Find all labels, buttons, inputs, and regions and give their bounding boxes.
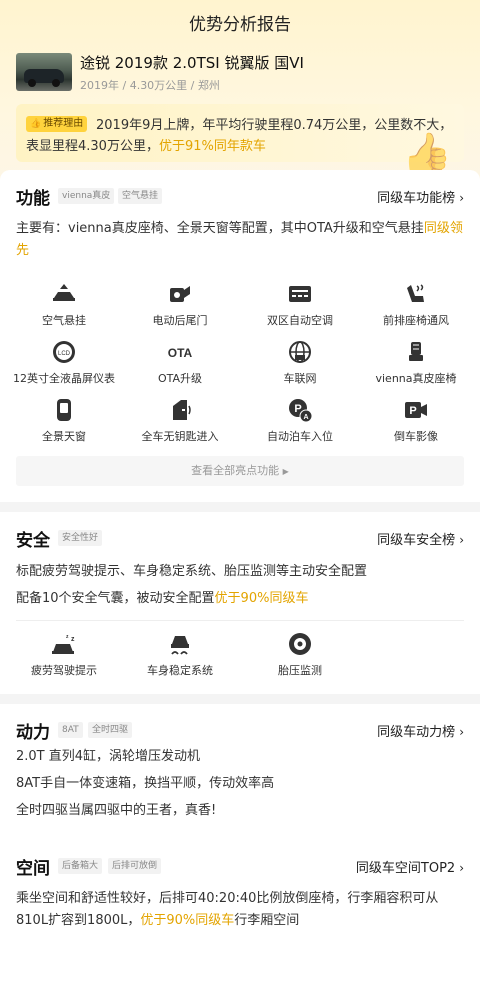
chevron-right-icon: › <box>459 533 464 547</box>
feature-fatigue-alert[interactable]: zz 疲劳驾驶提示 <box>4 632 124 686</box>
feature-leather-seat[interactable]: vienna真皮座椅 <box>356 340 476 394</box>
chip-folding-rear-seats: 后排可放倒 <box>108 858 162 874</box>
power-engine-text: 2.0T 直列4缸，涡轮增压发动机 <box>16 749 201 764</box>
power-rank-link[interactable]: 同级车动力榜 › <box>377 721 464 740</box>
svg-text:z: z <box>71 636 75 643</box>
chip-large-trunk: 后备箱大 <box>58 858 103 874</box>
panoramic-sunroof-icon <box>57 399 71 421</box>
chevron-right-icon: › <box>459 725 464 739</box>
car-thumbnail[interactable] <box>16 53 72 91</box>
safety-card: 安全 安全性好 同级车安全榜 › 标配疲劳驾驶提示、车身稳定系统、胎压监测等主动安… <box>0 512 480 694</box>
chip-good-safety: 安全性好 <box>58 530 103 546</box>
chip-air-suspension: 空气悬挂 <box>118 188 163 204</box>
features-rank-link[interactable]: 同级车功能榜 › <box>377 187 464 206</box>
thumbs-up-icon: 👍 <box>30 119 42 129</box>
space-description: 乘坐空间和舒适性较好，后排可40:20:40比例放倒座椅，行李厢容积可从810L… <box>16 891 439 928</box>
power-card: 动力 8AT 全时四驱 同级车动力榜 › 2.0T 直列4缸，涡轮增压发动机 8A… <box>0 704 480 840</box>
power-tailgate-icon <box>170 286 190 302</box>
svg-text:LCD: LCD <box>58 351 71 357</box>
divider <box>16 620 464 621</box>
recommend-reason-tag: 👍 推荐理由 <box>26 116 88 132</box>
svg-text:OTA: OTA <box>168 346 193 360</box>
auto-parking-icon: PA <box>289 399 313 422</box>
safety-passive-text: 配备10个安全气囊，被动安全配置优于90%同级车 <box>16 591 309 606</box>
space-card: 空间 后备箱大 后排可放倒 同级车空间TOP2 › 乘坐空间和舒适性较好，后排可4… <box>0 840 480 986</box>
safety-active-text: 标配疲劳驾驶提示、车身稳定系统、胎压监测等主动安全配置 <box>16 564 368 579</box>
ota-icon: OTA <box>168 346 193 360</box>
chip-awd: 全时四驱 <box>88 722 133 738</box>
triangle-right-icon: ▶ <box>282 467 289 476</box>
chip-vienna-leather: vienna真皮 <box>58 188 115 204</box>
reverse-camera-icon: P <box>405 402 427 418</box>
power-transmission-text: 8AT手自一体变速箱，换挡平顺，传动效率高 <box>16 776 275 791</box>
space-rank-link[interactable]: 同级车空间TOP2 › <box>356 857 464 876</box>
safety-rank-link[interactable]: 同级车安全榜 › <box>377 529 464 548</box>
feature-lcd-dashboard[interactable]: LCD 12英寸全液晶屏仪表 <box>4 340 124 394</box>
power-awd-text: 全时四驱当属四驱中的王者，真香! <box>16 803 217 818</box>
fatigue-alert-icon: zz <box>52 634 75 654</box>
feature-dual-zone-ac[interactable]: 双区自动空调 <box>240 282 360 336</box>
tire-pressure-icon <box>289 633 311 655</box>
section-title-space: 空间 <box>16 859 50 879</box>
recommend-reason-box: 👍 2019年9月上牌，年平均行驶里程0.74万公里，公里数不大，表显里程4.3… <box>16 104 464 177</box>
section-title-safety: 安全 <box>16 531 50 551</box>
svg-text:z: z <box>66 634 69 640</box>
feature-air-suspension[interactable]: 空气悬挂 <box>4 282 124 336</box>
feature-connected-car[interactable]: 车联网 <box>240 340 360 394</box>
connected-car-icon <box>289 341 311 363</box>
chevron-right-icon: › <box>459 191 464 205</box>
chip-8at: 8AT <box>58 722 83 738</box>
leather-seat-icon <box>409 342 423 361</box>
feature-power-tailgate[interactable]: 电动后尾门 <box>120 282 240 336</box>
seat-ventilation-icon <box>407 284 424 302</box>
view-all-features-button[interactable]: 查看全部亮点功能 ▶ <box>16 456 464 486</box>
features-description: 主要有：vienna真皮座椅、全景天窗等配置，其中OTA升级和空气悬挂同级领先 <box>16 221 463 258</box>
chevron-right-icon: › <box>459 861 464 875</box>
feature-stability-control[interactable]: 车身稳定系统 <box>120 632 240 686</box>
air-suspension-icon <box>53 284 75 301</box>
feature-auto-parking[interactable]: PA 自动泊车入位 <box>240 398 360 452</box>
climate-control-icon <box>289 286 311 302</box>
feature-tire-pressure[interactable]: 胎压监测 <box>240 632 360 686</box>
stability-control-icon <box>171 636 189 655</box>
car-meta: 2019年 / 4.30万公里 / 郑州 <box>80 79 220 92</box>
section-title-power: 动力 <box>16 723 50 743</box>
feature-panoramic-sunroof[interactable]: 全景天窗 <box>4 398 124 452</box>
feature-keyless-entry[interactable]: 全车无钥匙进入 <box>120 398 240 452</box>
page-title: 优势分析报告 <box>189 15 291 35</box>
recommend-reason-text: 2019年9月上牌，年平均行驶里程0.74万公里，公里数不大，表显里程4.30万… <box>26 118 453 154</box>
feature-seat-ventilation[interactable]: 前排座椅通风 <box>356 282 476 336</box>
features-card: 功能 vienna真皮 空气悬挂 同级车功能榜 › 主要有：vienna真皮座椅、… <box>0 170 480 502</box>
svg-text:A: A <box>303 414 308 421</box>
feature-reverse-camera[interactable]: P 倒车影像 <box>356 398 476 452</box>
car-name: 途锐 2019款 2.0TSI 锐翼版 国VI <box>80 54 304 72</box>
keyless-entry-icon <box>173 400 191 420</box>
section-title-features: 功能 <box>16 189 50 209</box>
lcd-dashboard-icon: LCD <box>53 341 75 363</box>
feature-ota[interactable]: OTA OTA升级 <box>120 340 240 394</box>
svg-text:P: P <box>409 405 416 417</box>
report-header: 优势分析报告 途锐 2019款 2.0TSI 锐翼版 国VI 2019年 / 4… <box>0 0 480 182</box>
